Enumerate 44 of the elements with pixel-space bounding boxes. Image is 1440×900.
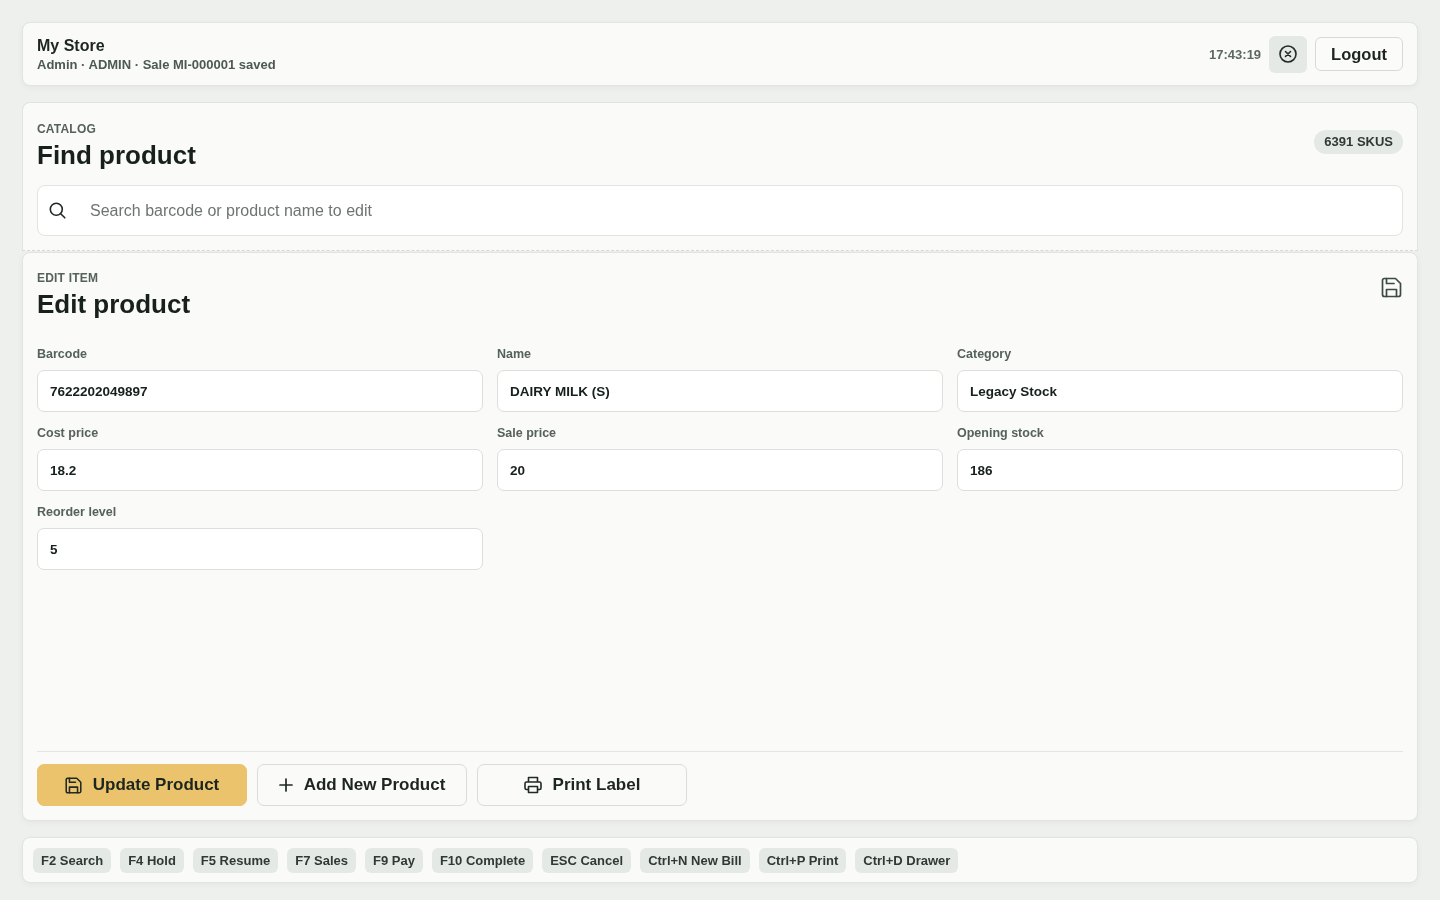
plus-icon bbox=[278, 778, 293, 792]
printer-icon bbox=[523, 776, 542, 794]
shortcut-hint: F5 Resume bbox=[192, 847, 279, 873]
field-label: Cost price bbox=[37, 425, 100, 441]
save-icon bbox=[64, 776, 82, 794]
shortcut-hint: ESC Cancel bbox=[542, 847, 632, 873]
text-field[interactable]: DAIRY MILK (S) bbox=[497, 370, 943, 412]
search-field[interactable]: Search barcode or product name to edit bbox=[37, 185, 1403, 236]
text-field[interactable]: 7622202049897 bbox=[37, 370, 483, 412]
session-status: Admin · ADMIN · Sale MI-000001 saved bbox=[37, 56, 276, 73]
field-label: Opening stock bbox=[957, 425, 1045, 441]
section-title: Find product bbox=[37, 139, 196, 171]
section-eyebrow: EDIT ITEM bbox=[37, 270, 100, 286]
field-label: Name bbox=[497, 346, 533, 362]
update-button[interactable]: Update Product bbox=[37, 764, 247, 806]
store-name: My Store bbox=[37, 35, 106, 56]
shortcut-hint: Ctrl+P Print bbox=[758, 847, 847, 873]
add-button[interactable]: Add New Product bbox=[257, 764, 467, 806]
section-title: Edit product bbox=[37, 288, 191, 320]
text-field[interactable]: 5 bbox=[37, 528, 483, 570]
shortcut-hint: F10 Complete bbox=[431, 847, 534, 873]
save-icon[interactable] bbox=[1381, 277, 1402, 298]
field-label: Barcode bbox=[37, 346, 89, 362]
section-eyebrow: CATALOG bbox=[37, 121, 97, 137]
text-field[interactable]: 20 bbox=[497, 449, 943, 491]
shortcut-hint: F2 Search bbox=[33, 847, 112, 873]
shortcut-hint: F7 Sales bbox=[287, 847, 356, 873]
shortcut-hint: Ctrl+N New Bill bbox=[640, 847, 750, 873]
close-icon bbox=[1279, 45, 1298, 63]
search-icon bbox=[49, 202, 66, 219]
field-label: Category bbox=[957, 346, 1013, 362]
clock-time: 17:43:19 bbox=[1209, 46, 1262, 62]
text-field[interactable]: Legacy Stock bbox=[957, 370, 1403, 412]
shortcut-hint: F9 Pay bbox=[364, 847, 423, 873]
close-button[interactable] bbox=[1269, 35, 1308, 73]
field-label: Reorder level bbox=[37, 504, 118, 520]
print-button[interactable]: Print Label bbox=[477, 764, 687, 806]
text-field[interactable]: 186 bbox=[957, 449, 1403, 491]
field-label: Sale price bbox=[497, 425, 558, 441]
shortcut-hint: F4 Hold bbox=[120, 847, 184, 873]
logout-button[interactable]: Logout bbox=[1315, 37, 1403, 71]
text-field[interactable]: 18.2 bbox=[37, 449, 483, 491]
sku-count-badge: 6391 SKUS bbox=[1314, 130, 1403, 154]
shortcut-hint: Ctrl+D Drawer bbox=[855, 847, 959, 873]
